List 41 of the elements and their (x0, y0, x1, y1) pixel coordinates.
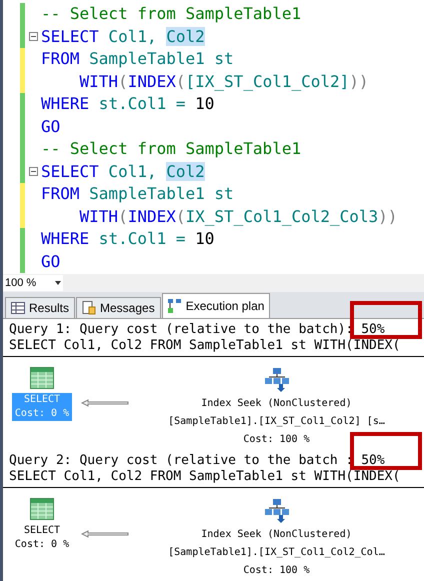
plan-icon (168, 299, 182, 313)
flow-arrow (81, 530, 129, 538)
select-node[interactable]: SELECT Cost: 0 % (12, 524, 72, 552)
operator-name: Index Seek (NonClustered) (201, 528, 352, 542)
code-line: WHERE st.Col1 = 10 (41, 96, 214, 112)
result-tab[interactable]: Messages (76, 297, 161, 318)
highlight-frame (350, 432, 422, 470)
code-line: FROM SampleTable1 st (41, 51, 234, 68)
grid-icon (11, 302, 25, 314)
operator-cost: Cost: 100 % (243, 433, 310, 447)
code-line: GO (41, 254, 60, 270)
result-tab[interactable]: Results (5, 297, 76, 318)
table-icon (30, 498, 54, 520)
code-line: WHERE st.Col1 = 10 (41, 231, 214, 248)
zoom-dropdown[interactable]: 100 % (3, 275, 63, 292)
code-line: FROM SampleTable1 st (41, 186, 234, 202)
operator-object: [SampleTable1].[IX_ST_Col1_Col2] [s… (168, 415, 385, 429)
code-line: SELECT Col1, Col2 (41, 28, 205, 45)
operator-name: Index Seek (NonClustered) (201, 397, 352, 411)
index-seek-icon (264, 498, 288, 524)
code-line: -- Select from SampleTable1 (41, 6, 302, 22)
query-cost-text: Query 2: Query cost (relative to the batch : 50% (9, 453, 386, 469)
collapse-icon[interactable] (28, 32, 38, 42)
code-line: WITH(INDEX([IX_ST_Col1_Col2])) (78, 74, 369, 90)
document-icon (82, 301, 96, 315)
code-line: WITH(INDEX(IX_ST_Col1_Col2_Col3)) (78, 208, 398, 225)
code-line: GO (41, 118, 60, 135)
caret-icon (55, 281, 61, 286)
table-icon (30, 367, 54, 389)
query-statement-text: SELECT Col1, Col2 FROM SampleTable1 st WITH(INDEX( (9, 469, 402, 485)
query-cost-text: Query 1: Query cost (relative to the batch): 50% (9, 322, 386, 338)
result-tab[interactable]: Execution plan (162, 293, 270, 318)
highlight-frame (350, 301, 422, 339)
collapse-icon[interactable] (28, 167, 38, 176)
flow-arrow (81, 399, 129, 407)
code-line: -- Select from SampleTable1 (41, 141, 302, 158)
index-seek-icon (264, 367, 288, 393)
code-line: SELECT Col1, Col2 (41, 164, 205, 180)
operator-object: [SampleTable1].[IX_ST_Col1_Col2_Col… (168, 546, 385, 560)
operator-cost: Cost: 100 % (243, 564, 310, 578)
query-statement-text: SELECT Col1, Col2 FROM SampleTable1 st WITH(INDEX( (9, 338, 402, 354)
